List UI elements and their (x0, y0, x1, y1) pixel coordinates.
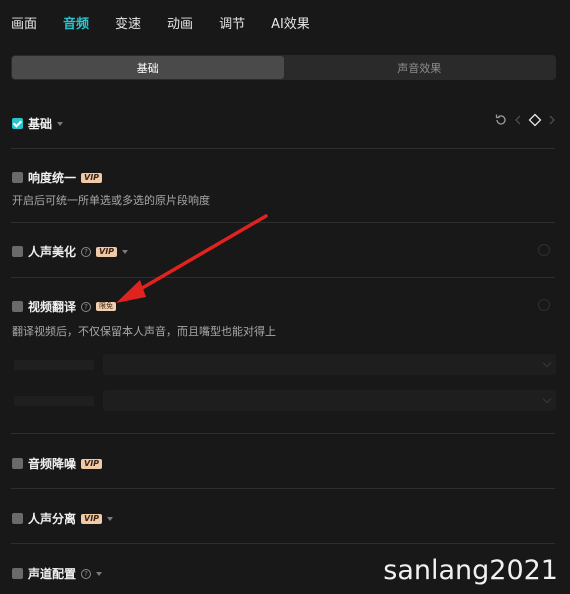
top-tab-bar: 画面 音频 变速 动画 调节 AI效果 (0, 0, 570, 44)
basic-tools (494, 113, 556, 127)
divider (11, 277, 555, 278)
vip-badge: VIP (81, 172, 103, 183)
loudness-label: 响度统一 (28, 171, 77, 185)
denoise-label: 音频降噪 (28, 457, 77, 471)
tab-picture[interactable]: 画面 (11, 13, 37, 32)
tab-ai-effects[interactable]: AI效果 (271, 13, 310, 32)
divider (11, 433, 555, 434)
question-icon[interactable]: ? (81, 246, 92, 257)
chevron-down-icon[interactable] (96, 571, 103, 576)
basic-section-header: 基础 (12, 115, 64, 132)
chevron-down-icon[interactable] (57, 121, 64, 126)
vip-badge: VIP (81, 513, 103, 524)
tab-speed[interactable]: 变速 (115, 13, 141, 32)
target-language-select[interactable] (103, 390, 556, 411)
free-badge: 限免 (96, 302, 117, 311)
reset-icon (538, 299, 550, 311)
denoise-checkbox[interactable] (12, 458, 23, 469)
chevron-down-icon (542, 358, 552, 368)
voice-beautify-checkbox[interactable] (12, 246, 23, 257)
channel-checkbox[interactable] (12, 568, 23, 579)
chevron-down-icon[interactable] (122, 249, 129, 254)
reset-icon[interactable] (494, 113, 508, 127)
denoise-row: 音频降噪 VIP (12, 455, 103, 472)
divider (11, 543, 555, 544)
keyframe-diamond-icon[interactable] (528, 113, 542, 127)
source-language-select[interactable] (103, 354, 556, 375)
tab-animation[interactable]: 动画 (167, 13, 193, 32)
tab-adjust[interactable]: 调节 (219, 13, 245, 32)
segment-basic[interactable]: 基础 (12, 56, 284, 79)
video-translate-checkbox[interactable] (12, 301, 23, 312)
voice-beautify-label: 人声美化 (28, 245, 77, 259)
video-translate-description: 翻译视频后，不仅保留本人声音，而且嘴型也能对得上 (12, 325, 276, 338)
basic-checkbox[interactable] (12, 118, 23, 129)
voice-beautify-row: 人声美化 ? VIP (12, 243, 129, 260)
chevron-down-icon[interactable] (107, 516, 114, 521)
divider (11, 222, 555, 223)
disabled-option-label (14, 396, 94, 406)
vip-badge: VIP (81, 458, 103, 469)
question-icon[interactable]: ? (81, 301, 92, 312)
divider (11, 148, 555, 149)
loudness-checkbox[interactable] (12, 172, 23, 183)
vip-badge: VIP (96, 246, 118, 257)
divider (11, 488, 555, 489)
voice-separate-label: 人声分离 (28, 512, 77, 526)
next-keyframe-icon[interactable] (548, 114, 556, 126)
segmented-control: 基础 声音效果 (11, 55, 556, 80)
loudness-description: 开启后可统一所单选或多选的原片段响度 (12, 194, 210, 207)
video-translate-row: 视频翻译 ? 限免 (12, 298, 117, 315)
channel-row: 声道配置 ? (12, 565, 103, 582)
video-translate-label: 视频翻译 (28, 300, 77, 314)
chevron-down-icon (542, 394, 552, 404)
watermark: sanlang2021 (383, 555, 558, 586)
segment-sound-effects[interactable]: 声音效果 (284, 56, 556, 79)
disabled-option-label (14, 360, 94, 370)
voice-separate-checkbox[interactable] (12, 513, 23, 524)
basic-label: 基础 (28, 117, 53, 131)
channel-label: 声道配置 (28, 567, 77, 581)
question-icon[interactable]: ? (81, 568, 92, 579)
reset-icon (538, 244, 550, 256)
annotation-arrow-icon (116, 214, 268, 303)
voice-separate-row: 人声分离 VIP (12, 510, 114, 527)
tab-audio[interactable]: 音频 (63, 13, 89, 32)
prev-keyframe-icon[interactable] (514, 114, 522, 126)
loudness-row: 响度统一 VIP (12, 169, 103, 186)
